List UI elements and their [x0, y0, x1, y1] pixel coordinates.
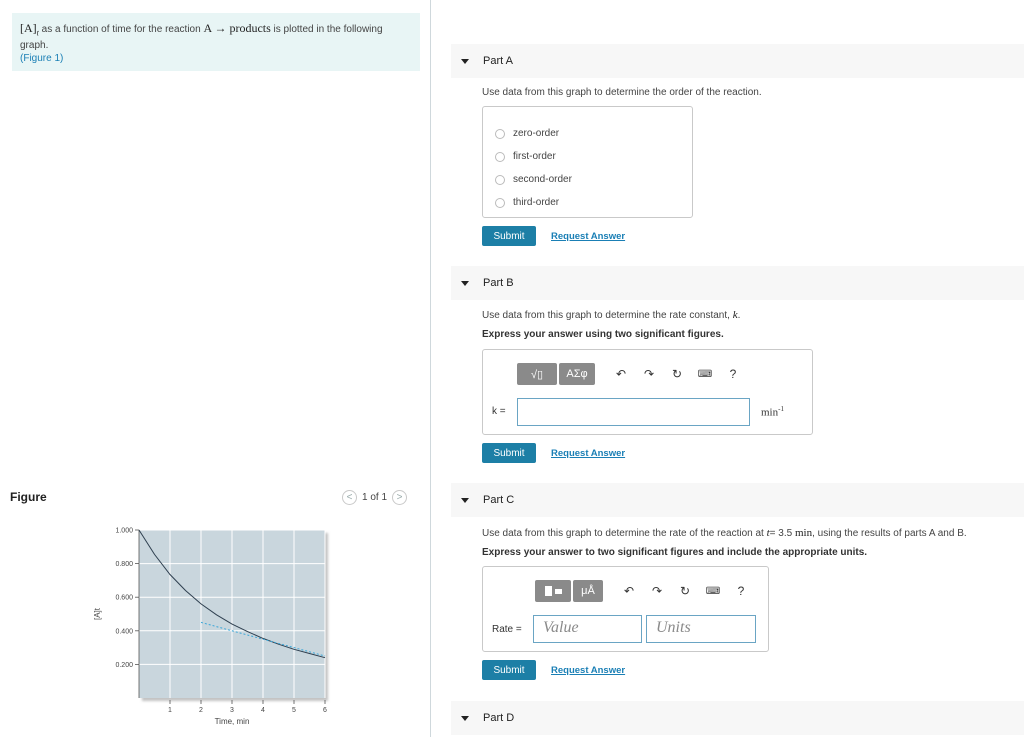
part-b-prompt-text: Use data from this graph to determine th…	[482, 310, 733, 321]
templates-button[interactable]	[535, 580, 571, 602]
collapse-caret-icon	[461, 280, 469, 286]
y-tick-label: 0.600	[115, 595, 133, 602]
help-icon[interactable]: ?	[719, 367, 747, 381]
radio-icon[interactable]	[495, 197, 505, 208]
part-b-title: Part B	[483, 277, 514, 289]
part-b-toolbar: √▯ ΑΣφ ↶ ↷ ↻ ⌨ ?	[517, 363, 747, 385]
part-b-submit-button[interactable]: Submit	[482, 443, 536, 463]
units-button[interactable]: μÅ	[573, 580, 603, 602]
part-a-request-answer-link[interactable]: Request Answer	[551, 231, 625, 242]
figure-pager: < 1 of 1 >	[342, 490, 408, 505]
unit-text: min	[761, 406, 779, 419]
x-tick-label: 4	[261, 707, 265, 714]
redo-icon[interactable]: ↷	[635, 367, 663, 381]
figure-heading: Figure	[10, 490, 47, 504]
part-c-answer-box: μÅ ↶ ↷ ↻ ⌨ ? Rate = Value Units	[482, 566, 769, 652]
units-placeholder: Units	[656, 619, 691, 636]
part-a-submit-button[interactable]: Submit	[482, 226, 536, 246]
pager-text: 1 of 1	[362, 492, 388, 503]
x-tick-label: 5	[292, 707, 296, 714]
part-c-prompt-val: = 3.5	[769, 528, 795, 539]
radio-icon[interactable]	[495, 151, 505, 162]
part-b-header[interactable]: Part B	[451, 266, 1024, 300]
k-unit: min-1	[761, 405, 784, 419]
k-label: k =	[492, 406, 506, 417]
option-label: second-order	[513, 174, 572, 185]
x-tick-label: 6	[323, 707, 327, 714]
templates-button[interactable]: √▯	[517, 363, 557, 385]
concentration-time-chart: 1 2 3 4 5 6 0.200 0.400 0.600 0.800 1.000 Time, mi…	[93, 528, 327, 727]
prev-figure-button[interactable]: <	[342, 490, 357, 505]
x-tick-label: 3	[230, 707, 234, 714]
rate-value-input[interactable]: Value	[533, 615, 642, 643]
help-icon[interactable]: ?	[727, 584, 755, 598]
collapse-caret-icon	[461, 58, 469, 64]
keyboard-icon[interactable]: ⌨	[691, 369, 719, 380]
y-tick-label: 0.800	[115, 561, 133, 568]
option-first-order[interactable]: first-order	[483, 145, 692, 168]
y-axis-label: [A]t	[93, 607, 102, 620]
redo-icon[interactable]: ↷	[643, 584, 671, 598]
part-b-prompt: Use data from this graph to determine th…	[482, 309, 740, 321]
y-tick-label: 0.200	[115, 662, 133, 669]
part-c-prompt: Use data from this graph to determine th…	[482, 527, 967, 539]
part-c-instruction: Express your answer to two significant f…	[482, 547, 868, 558]
x-axis-label: Time, min	[215, 717, 250, 726]
keyboard-icon[interactable]: ⌨	[699, 586, 727, 597]
x-tick-label: 1	[168, 707, 172, 714]
part-c-prompt-unit: min	[794, 527, 813, 539]
reset-icon[interactable]: ↻	[671, 584, 699, 598]
intro-math-lead: [A]	[20, 21, 37, 35]
collapse-caret-icon	[461, 497, 469, 503]
part-c-header[interactable]: Part C	[451, 483, 1024, 517]
radio-icon[interactable]	[495, 128, 505, 139]
x-tick-label: 2	[199, 707, 203, 714]
part-c-submit-button[interactable]: Submit	[482, 660, 536, 680]
template-block-icon	[544, 586, 552, 596]
option-zero-order[interactable]: zero-order	[483, 122, 692, 145]
order-options: zero-order first-order second-order thir…	[482, 106, 693, 218]
part-b-instruction: Express your answer using two significan…	[482, 329, 724, 340]
part-a-header[interactable]: Part A	[451, 44, 1024, 78]
figure-link[interactable]: (Figure 1)	[20, 52, 412, 65]
option-label: first-order	[513, 151, 556, 162]
undo-icon[interactable]: ↶	[607, 367, 635, 381]
reset-icon[interactable]: ↻	[663, 367, 691, 381]
option-third-order[interactable]: third-order	[483, 191, 692, 214]
y-tick-label: 1.000	[115, 528, 133, 535]
problem-intro: [A]t as a function of time for the react…	[12, 13, 420, 71]
part-c-toolbar: μÅ ↶ ↷ ↻ ⌨ ?	[535, 580, 755, 602]
option-label: third-order	[513, 197, 560, 208]
next-figure-button[interactable]: >	[392, 490, 408, 505]
template-block-icon	[554, 588, 562, 594]
option-second-order[interactable]: second-order	[483, 168, 692, 191]
value-placeholder: Value	[543, 619, 579, 636]
part-c-prompt-end: , using the results of parts A and B.	[812, 528, 967, 539]
y-tick-label: 0.400	[115, 628, 133, 635]
concentration-symbol: [A]t	[20, 21, 39, 38]
left-pane: [A]t as a function of time for the react…	[0, 0, 431, 737]
part-c-request-answer-link[interactable]: Request Answer	[551, 665, 625, 676]
undo-icon[interactable]: ↶	[615, 584, 643, 598]
part-b-prompt-end: .	[737, 310, 741, 321]
part-c-title: Part C	[483, 494, 515, 506]
option-label: zero-order	[513, 128, 560, 139]
part-c-prompt-text: Use data from this graph to determine th…	[482, 528, 767, 539]
k-input[interactable]	[517, 398, 750, 426]
part-d-header[interactable]: Part D	[451, 701, 1024, 735]
part-b-request-answer-link[interactable]: Request Answer	[551, 448, 625, 459]
radio-icon[interactable]	[495, 174, 505, 185]
part-d-title: Part D	[483, 712, 515, 724]
collapse-caret-icon	[461, 715, 469, 721]
part-a-prompt: Use data from this graph to determine th…	[482, 87, 762, 98]
reaction-equation: A → products	[203, 21, 271, 35]
intro-text-mid: as a function of time for the reaction	[38, 24, 204, 35]
unit-exp: -1	[778, 405, 784, 413]
rate-units-input[interactable]: Units	[646, 615, 756, 643]
symbols-button[interactable]: ΑΣφ	[559, 363, 595, 385]
part-a-title: Part A	[483, 55, 513, 67]
part-b-answer-box: √▯ ΑΣφ ↶ ↷ ↻ ⌨ ? k = min-1	[482, 349, 813, 435]
rate-label: Rate =	[492, 624, 522, 635]
